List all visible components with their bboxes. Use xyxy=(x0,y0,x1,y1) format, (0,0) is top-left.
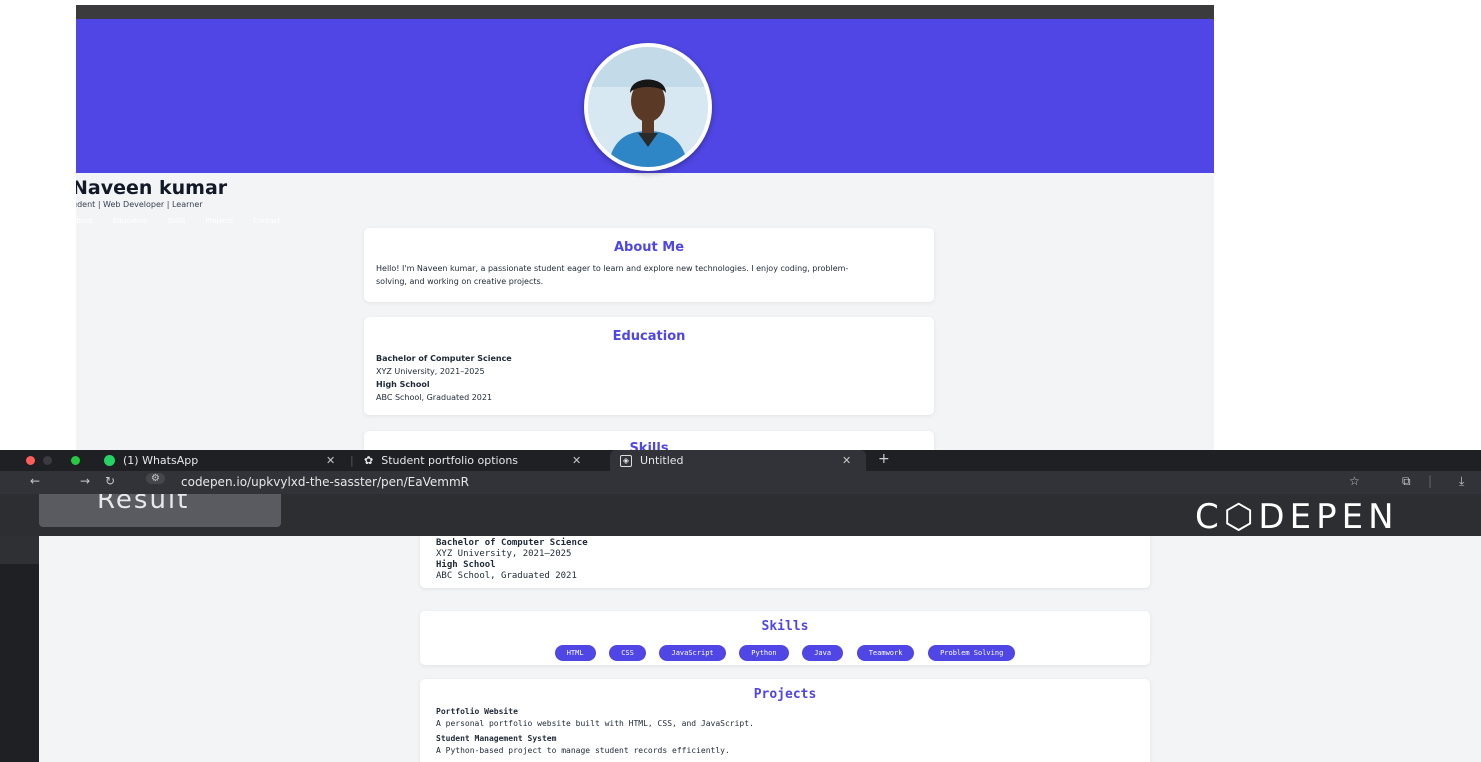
profile-avatar xyxy=(584,43,712,171)
tab-whatsapp[interactable]: (1) WhatsApp ✕ xyxy=(104,450,344,471)
codepen-logo: C⬡DEPEN xyxy=(1195,497,1399,537)
about-text-line2: solving, and working on creative project… xyxy=(376,277,544,286)
education-card: Bachelor of Computer Science XYZ Univers… xyxy=(420,536,1150,588)
openai-icon: ✿ xyxy=(364,454,374,467)
skill-pill: JavaScript xyxy=(659,645,726,661)
profile-name: Naveen kumar xyxy=(76,177,228,199)
education-degree-detail: XYZ University, 2021–2025 xyxy=(436,549,572,559)
tab-untitled[interactable]: ◈ Untitled ✕ xyxy=(610,450,866,471)
window-minimize-button[interactable] xyxy=(43,456,52,465)
new-tab-button[interactable]: + xyxy=(878,451,890,467)
nav-link-skills[interactable]: Skills xyxy=(168,217,186,225)
back-arrow-icon[interactable]: ← xyxy=(30,474,40,488)
education-school: High School xyxy=(376,380,430,389)
avatar-photo-icon xyxy=(588,47,708,167)
skills-title: Skills xyxy=(761,619,809,634)
window-maximize-button[interactable] xyxy=(71,456,80,465)
skill-pill: Java xyxy=(802,645,844,661)
tab-label: Student portfolio options xyxy=(381,454,519,467)
education-school-detail: ABC School, Graduated 2021 xyxy=(376,393,493,402)
skill-pill: CSS xyxy=(609,645,646,661)
window-close-button[interactable] xyxy=(26,456,35,465)
bookmark-star-icon[interactable]: ☆ xyxy=(1349,474,1360,488)
nav-link-about[interactable]: About xyxy=(76,217,93,225)
project-desc: A personal portfolio website built with … xyxy=(436,719,754,728)
profile-tagline: udent | Web Developer | Learner xyxy=(76,200,203,209)
skill-pill: Problem Solving xyxy=(928,645,1016,661)
result-tab-button[interactable]: Result xyxy=(39,494,281,527)
skill-pill: Teamwork xyxy=(856,645,915,661)
url-text[interactable]: codepen.io/upkvylxd-the-sasster/pen/EaVe… xyxy=(181,475,469,489)
projects-card: Projects Portfolio Website A personal po… xyxy=(420,679,1150,762)
portfolio-preview-top: Naveen kumar udent | Web Developer | Lea… xyxy=(76,5,1214,450)
gutter-strip xyxy=(0,536,39,564)
tab-student-portfolio[interactable]: ✿ Student portfolio options ✕ xyxy=(364,450,604,471)
codepen-left-gutter xyxy=(0,536,39,762)
download-icon[interactable]: ⤓ xyxy=(1459,474,1464,489)
project-title: Portfolio Website xyxy=(436,707,518,716)
education-degree: Bachelor of Computer Science xyxy=(436,538,588,548)
skill-pill: HTML xyxy=(554,645,596,661)
skills-card-partial: Skills xyxy=(364,431,934,450)
skills-list: HTML CSS JavaScript Python Java Teamwork… xyxy=(432,640,1138,661)
about-title: About Me xyxy=(613,240,685,255)
projects-title: Projects xyxy=(753,687,817,702)
forward-arrow-icon[interactable]: → xyxy=(80,474,90,488)
education-card: Education Bachelor of Computer Science X… xyxy=(364,317,934,415)
browser-address-bar: ← → ↻ ⚙ codepen.io/upkvylxd-the-sasster/… xyxy=(0,471,1481,494)
toolbar-divider: | xyxy=(1428,474,1433,488)
whatsapp-icon xyxy=(104,455,115,466)
extensions-icon[interactable]: ⧉ xyxy=(1402,474,1411,489)
nav-link-contact[interactable]: Contact xyxy=(253,217,280,225)
site-settings-icon[interactable]: ⚙ xyxy=(146,473,165,484)
project-desc: A Python-based project to manage student… xyxy=(436,746,730,755)
skill-pill: Python xyxy=(739,645,789,661)
profile-nav: About Education Skills Projects Contact xyxy=(76,217,280,225)
education-school-detail: ABC School, Graduated 2021 xyxy=(436,571,577,581)
close-icon[interactable]: ✕ xyxy=(842,454,851,467)
education-degree: Bachelor of Computer Science xyxy=(376,354,512,363)
tab-divider: | xyxy=(350,454,354,467)
nav-link-education[interactable]: Education xyxy=(113,217,148,225)
education-school: High School xyxy=(436,560,496,570)
education-degree-detail: XYZ University, 2021–2025 xyxy=(376,367,485,376)
about-card: About Me Hello! I'm Naveen kumar, a pass… xyxy=(364,228,934,302)
codepen-result-frame: Bachelor of Computer Science XYZ Univers… xyxy=(39,536,1481,762)
preview-top-bar xyxy=(76,5,1214,19)
education-title: Education xyxy=(612,329,686,344)
skills-card: Skills HTML CSS JavaScript Python Java T… xyxy=(420,611,1150,665)
about-text-line1: Hello! I'm Naveen kumar, a passionate st… xyxy=(376,264,849,273)
skills-title-partial: Skills xyxy=(629,441,669,450)
project-title: Student Management System xyxy=(436,734,557,743)
result-tab-label: Result xyxy=(97,494,190,515)
nav-link-projects[interactable]: Projects xyxy=(206,217,234,225)
codepen-icon: ◈ xyxy=(620,454,632,467)
close-icon[interactable]: ✕ xyxy=(572,454,581,467)
reload-icon[interactable]: ↻ xyxy=(105,474,115,488)
tab-label: Untitled xyxy=(640,454,684,467)
tab-label: (1) WhatsApp xyxy=(123,454,199,467)
browser-tab-bar: (1) WhatsApp ✕ | ✿ Student portfolio opt… xyxy=(0,450,1481,471)
close-icon[interactable]: ✕ xyxy=(326,454,335,467)
